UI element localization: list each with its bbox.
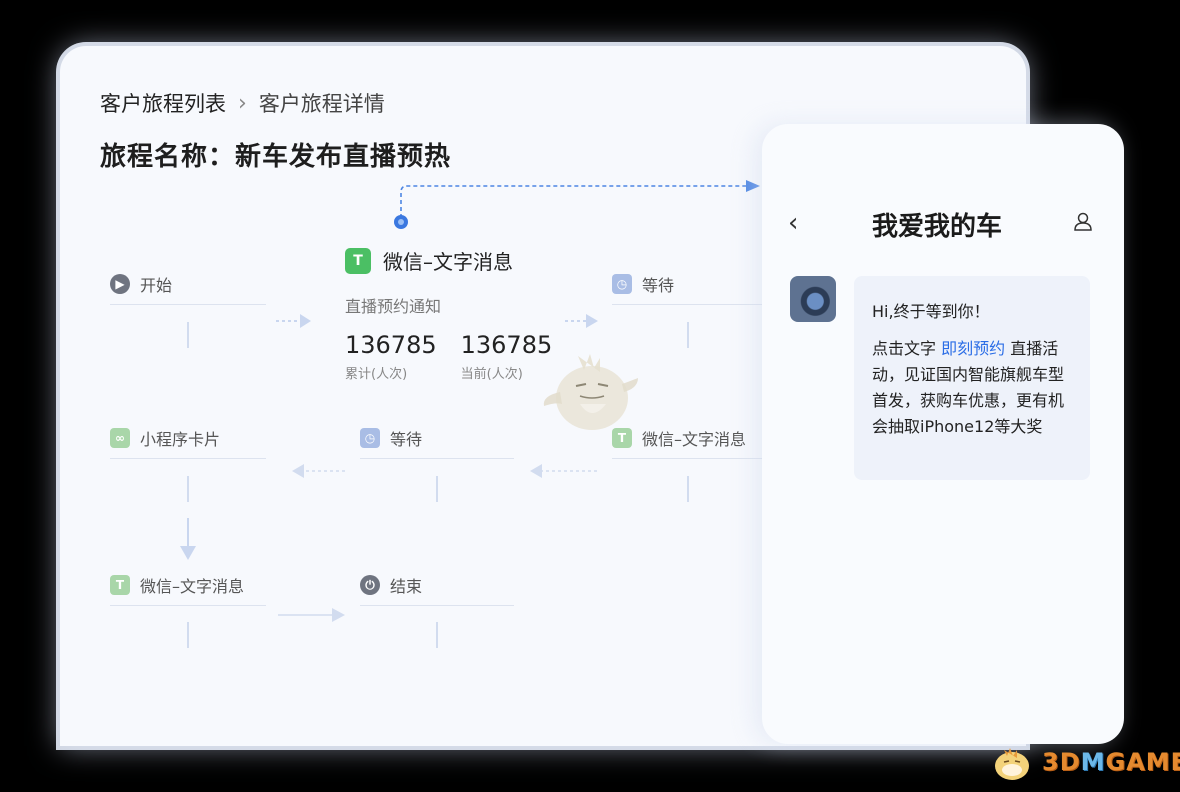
stat-total: 136785 累计(人次) — [345, 331, 437, 382]
mascot-watermark-icon — [543, 354, 638, 430]
avatar — [790, 276, 836, 322]
flow-node-label: 小程序卡片 — [140, 430, 221, 449]
flow-node-subtitle: 直播预约通知 — [345, 297, 442, 316]
flow-node-start[interactable]: ▶ 开始 — [110, 272, 266, 305]
power-icon: ⏻ — [360, 575, 380, 595]
user-icon[interactable] — [1072, 210, 1094, 232]
stat-current-value: 136785 — [460, 331, 553, 359]
flow-connector — [187, 476, 189, 502]
flow-connector — [187, 622, 189, 648]
message-text: 点击文字 — [872, 339, 942, 358]
watermark-text: M — [1080, 748, 1106, 776]
back-arrow-icon[interactable]: ‹ — [788, 208, 798, 238]
watermark-text: 3D — [1042, 748, 1081, 776]
stat-current: 136785 当前(人次) — [461, 331, 553, 382]
watermark-text: GAME — [1105, 748, 1180, 776]
flow-connector — [436, 476, 438, 502]
wait-icon: ◷ — [612, 274, 632, 294]
flow-node-wait-1[interactable]: ◷ 等待 — [612, 272, 762, 305]
link-icon: ∞ — [110, 428, 130, 448]
flow-node-end[interactable]: ⏻ 结束 — [360, 573, 514, 606]
flow-node-label: 等待 — [642, 276, 675, 295]
flow-connector — [436, 622, 438, 648]
flow-node-label: 等待 — [390, 430, 423, 449]
flow-node-label: 微信–文字消息 — [642, 430, 747, 449]
flow-node-title: 微信–文字消息 — [383, 250, 513, 274]
chat-title: 我爱我的车 — [872, 212, 1003, 242]
flow-node-mini-program[interactable]: ∞ 小程序卡片 — [110, 426, 266, 459]
flow-connector — [687, 322, 689, 348]
wait-icon: ◷ — [360, 428, 380, 448]
stat-current-label: 当前(人次) — [460, 367, 523, 382]
message-body: 点击文字 即刻预约 直播活动，见证国内智能旗舰车型首发，获购车优惠，更有机会抽取… — [872, 336, 1072, 440]
stat-total-label: 累计(人次) — [345, 367, 408, 382]
message-greeting: Hi,终于等到你！ — [872, 302, 990, 321]
flow-node-label: 微信–文字消息 — [140, 577, 245, 596]
flow-node-label: 开始 — [140, 276, 173, 295]
play-icon: ▶ — [110, 274, 130, 294]
wechat-message-icon: T — [110, 575, 130, 595]
flow-node-label: 结束 — [390, 577, 423, 596]
flow-connector — [687, 476, 689, 502]
flow-node-wechat-3[interactable]: T 微信–文字消息 — [110, 573, 266, 606]
flow-connector — [187, 322, 189, 348]
wechat-message-icon: T — [345, 247, 371, 274]
stat-total-value: 136785 — [345, 331, 437, 359]
mascot-logo-icon — [995, 748, 1029, 780]
message-link-reserve[interactable]: 即刻预约 — [941, 339, 1005, 358]
flow-node-wait-2[interactable]: ◷ 等待 — [360, 426, 514, 459]
site-watermark: 3DMGAME — [990, 742, 1180, 782]
chat-message-bubble: Hi,终于等到你！ 点击文字 即刻预约 直播活动，见证国内智能旗舰车型首发，获购… — [854, 276, 1090, 480]
